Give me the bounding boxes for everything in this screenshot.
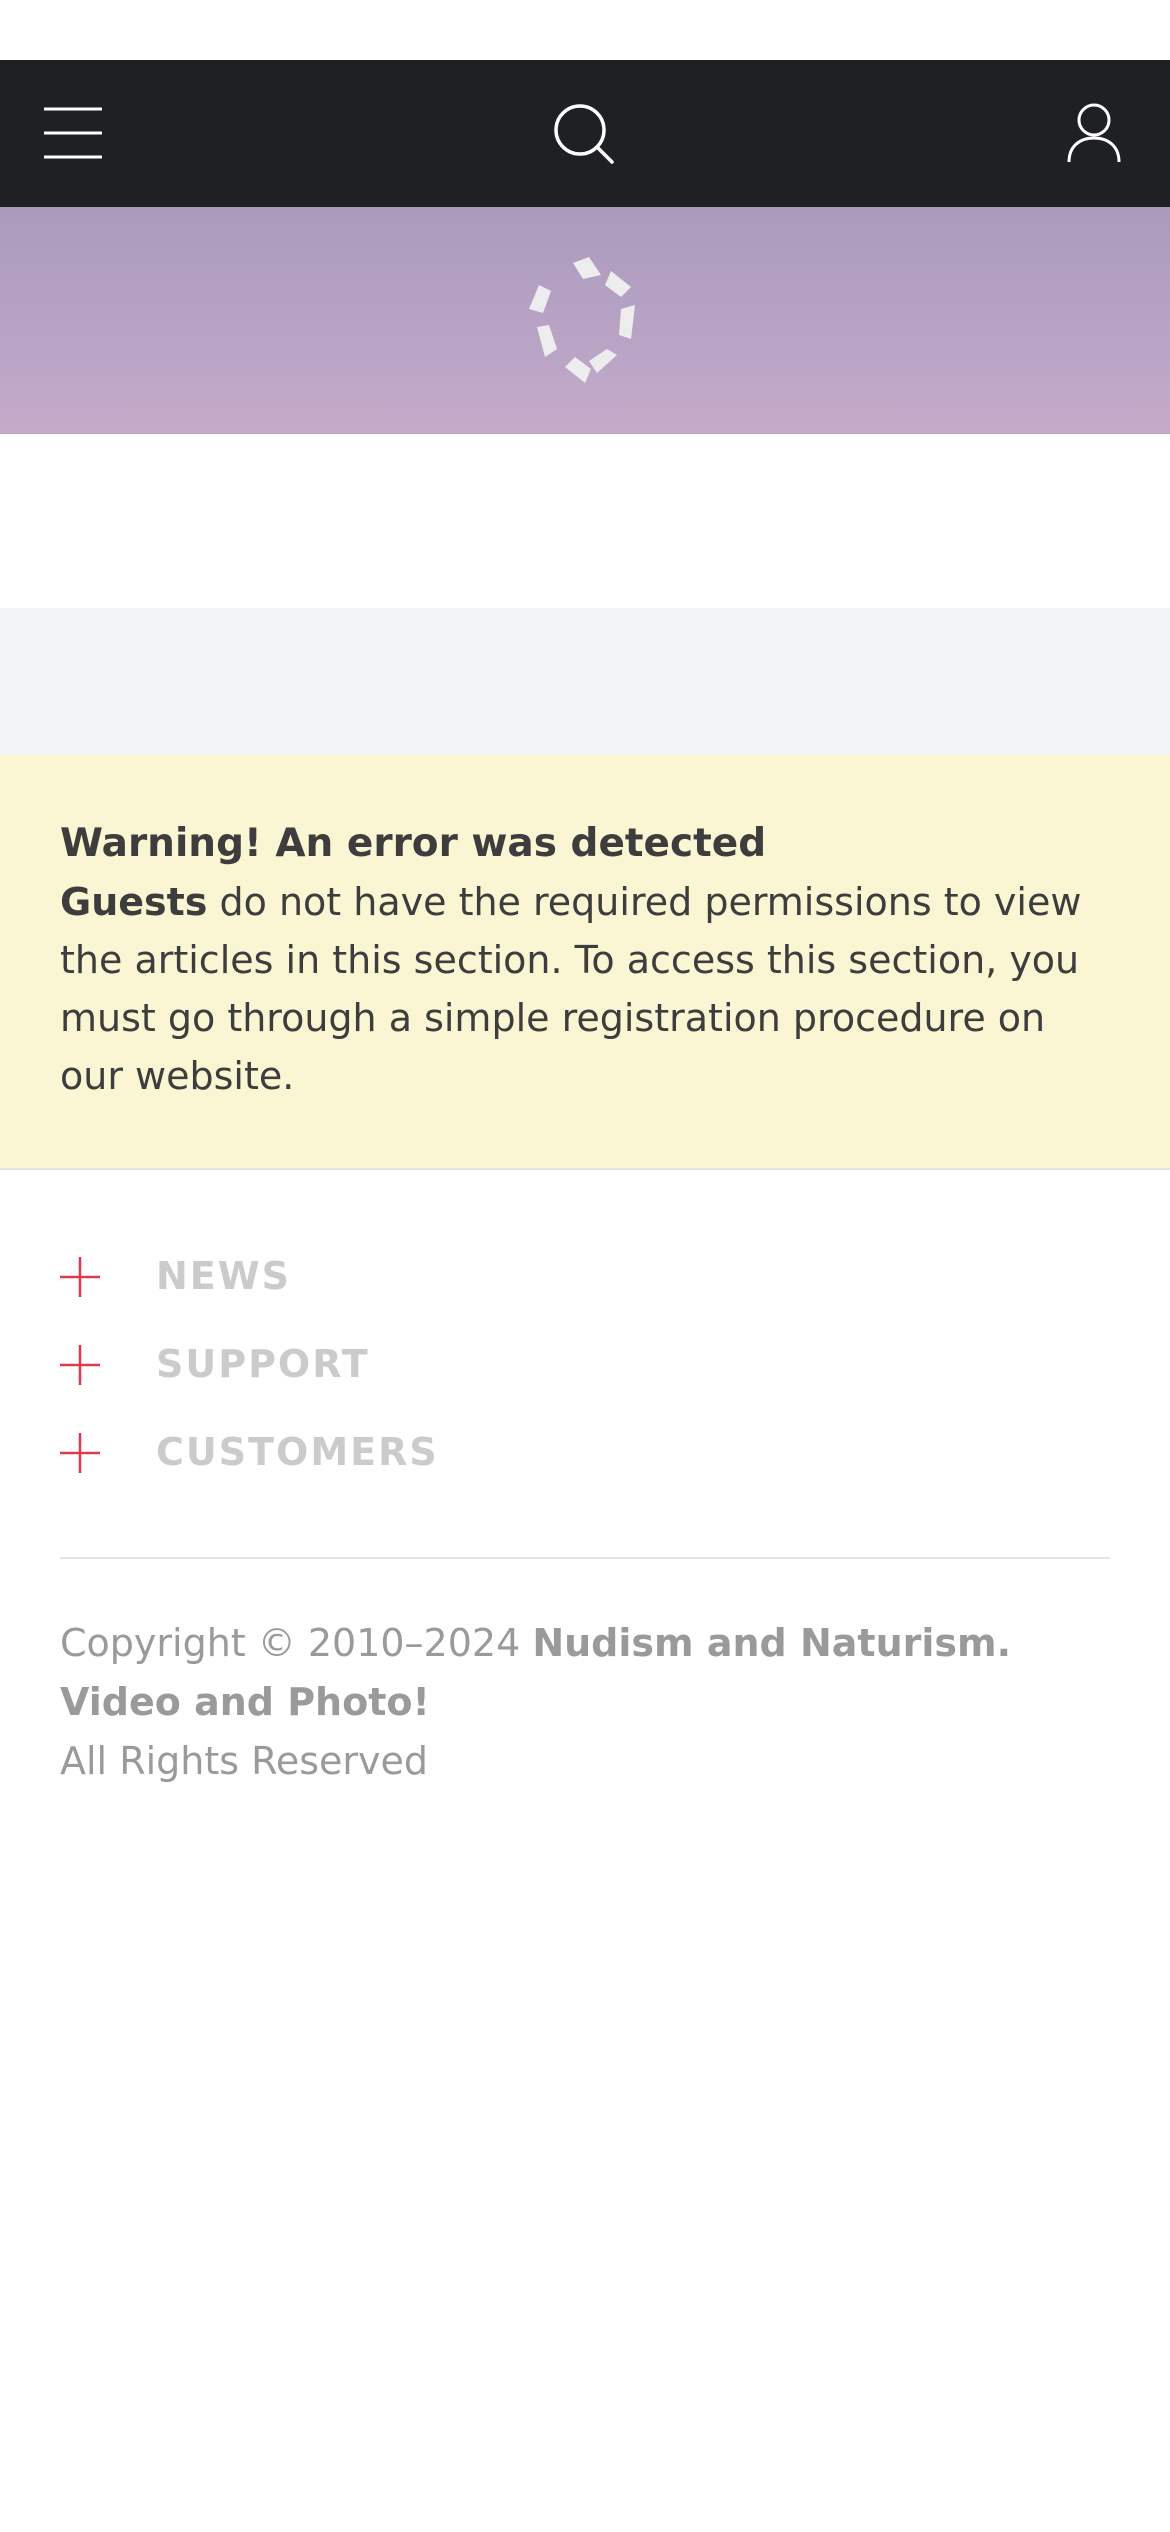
hamburger-icon[interactable] bbox=[44, 105, 104, 161]
alert-message: Guests do not have the required permissi… bbox=[60, 873, 1120, 1105]
top-navigation-bar bbox=[0, 60, 1170, 207]
footer-menu-label: SUPPORT bbox=[156, 1342, 370, 1386]
permission-warning-alert: Warning! An error was detected Guests do… bbox=[0, 755, 1170, 1170]
footer-menu-item-support[interactable]: SUPPORT bbox=[60, 1328, 1110, 1416]
alert-guests-label: Guests bbox=[60, 880, 208, 924]
search-icon[interactable] bbox=[553, 103, 615, 165]
plus-icon bbox=[60, 1345, 100, 1385]
copyright-notice: Copyright © 2010–2024 Nudism and Naturis… bbox=[60, 1614, 1120, 1791]
copyright-prefix: Copyright © 2010–2024 bbox=[60, 1621, 533, 1665]
footer-menu: NEWS SUPPORT CUSTOMERS bbox=[60, 1240, 1110, 1504]
plus-icon bbox=[60, 1433, 100, 1473]
footer-menu-item-customers[interactable]: CUSTOMERS bbox=[60, 1416, 1110, 1504]
plus-icon bbox=[60, 1257, 100, 1297]
footer-divider bbox=[60, 1557, 1110, 1559]
footer-menu-label: CUSTOMERS bbox=[156, 1430, 439, 1474]
alert-title: Warning! An error was detected bbox=[60, 821, 767, 866]
footer-menu-item-news[interactable]: NEWS bbox=[60, 1240, 1110, 1328]
rights-text: All Rights Reserved bbox=[60, 1739, 428, 1783]
footer-menu-label: NEWS bbox=[156, 1254, 292, 1298]
user-icon[interactable] bbox=[1066, 102, 1122, 164]
content-spacer bbox=[0, 608, 1170, 755]
header-banner bbox=[0, 207, 1170, 434]
star-logo-icon[interactable] bbox=[525, 257, 645, 387]
alert-message-text: do not have the required permissions to … bbox=[60, 880, 1082, 1098]
